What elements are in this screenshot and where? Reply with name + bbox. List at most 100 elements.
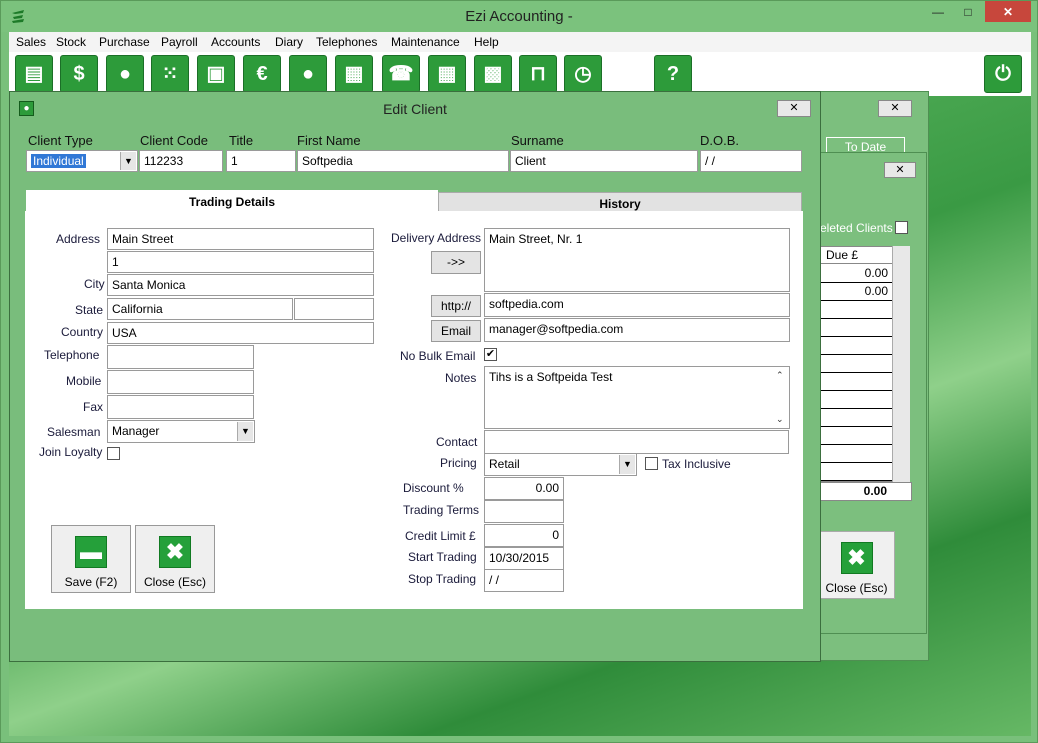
email-button[interactable]: Email xyxy=(431,320,481,342)
first-name-input[interactable]: Softpedia xyxy=(297,150,509,172)
mobile-label: Mobile xyxy=(66,374,102,388)
close-icon: ✖ xyxy=(840,542,873,574)
deleted-clients-checkbox[interactable] xyxy=(895,221,908,234)
address-line2-input[interactable]: 1 xyxy=(107,251,374,273)
toolbar: ▤ $ ● ⁙ ▣ € ● ▦ ☎ ▦ ▩ ⊓ ◷ ? ⏻ xyxy=(9,52,1031,96)
close-button-label: Close (Esc) xyxy=(825,581,888,595)
user-icon[interactable]: ● xyxy=(289,55,327,93)
table-row[interactable] xyxy=(820,463,892,481)
delivery-address-input[interactable]: Main Street, Nr. 1 xyxy=(484,228,790,292)
salesman-select[interactable]: Manager ▼ xyxy=(107,420,255,443)
state-input[interactable]: California xyxy=(107,298,293,320)
title-input[interactable]: 1 xyxy=(226,150,296,172)
pricing-select[interactable]: Retail ▼ xyxy=(484,453,637,476)
minimize-button[interactable]: — xyxy=(923,1,953,23)
address-label: Address xyxy=(56,232,101,246)
menu-maintenance[interactable]: Maintenance xyxy=(391,35,460,49)
chevron-up-icon[interactable]: ⌃ xyxy=(776,370,784,381)
notes-scrollbar[interactable]: ⌃ ⌄ xyxy=(774,368,788,427)
contact-label: Contact xyxy=(436,435,478,449)
calendar-grid-icon[interactable]: ▦ xyxy=(428,55,466,93)
table-row[interactable]: 0.00 xyxy=(820,265,892,283)
dob-input[interactable]: / / xyxy=(700,150,802,172)
chevron-down-icon[interactable]: ⌄ xyxy=(776,414,784,425)
country-input[interactable]: USA xyxy=(107,322,374,344)
table-row[interactable] xyxy=(820,373,892,391)
table-row[interactable] xyxy=(820,301,892,319)
city-label: City xyxy=(84,277,105,291)
calculator-icon[interactable]: ▩ xyxy=(474,55,512,93)
euro-icon[interactable]: € xyxy=(243,55,281,93)
clock-icon[interactable]: ◷ xyxy=(564,55,602,93)
mobile-input[interactable] xyxy=(107,370,254,394)
client-icon[interactable]: ● xyxy=(106,55,144,93)
app-close-button[interactable]: ✕ xyxy=(985,1,1031,22)
table-row[interactable] xyxy=(820,355,892,373)
dob-label: D.O.B. xyxy=(700,133,740,148)
menu-accounts[interactable]: Accounts xyxy=(211,35,260,49)
document-icon[interactable]: ▤ xyxy=(15,55,53,93)
menu-telephones[interactable]: Telephones xyxy=(316,35,377,49)
box-icon[interactable]: ▣ xyxy=(197,55,235,93)
state-extra-input[interactable] xyxy=(294,298,374,320)
copy-address-button[interactable]: ->> xyxy=(431,251,481,274)
menu-diary[interactable]: Diary xyxy=(275,35,303,49)
dots-icon[interactable]: ⁙ xyxy=(151,55,189,93)
credit-limit-input[interactable]: 0 xyxy=(484,524,564,547)
join-loyalty-checkbox[interactable] xyxy=(107,447,120,460)
notes-textarea[interactable]: Tihs is a Softpeida Test ⌃ ⌄ xyxy=(484,366,790,429)
table-row[interactable] xyxy=(820,337,892,355)
client-list-close-esc-button[interactable]: ✖ Close (Esc) xyxy=(818,531,895,599)
menu-purchase[interactable]: Purchase xyxy=(99,35,150,49)
website-input[interactable]: softpedia.com xyxy=(484,293,790,317)
stop-trading-input[interactable]: / / xyxy=(484,569,564,592)
client-type-select[interactable]: Individual ▼ xyxy=(26,150,138,172)
client-type-value: Individual xyxy=(31,154,86,168)
menu-sales[interactable]: Sales xyxy=(16,35,46,49)
trading-terms-input[interactable] xyxy=(484,500,564,523)
telephone-input[interactable] xyxy=(107,345,254,369)
menu-payroll[interactable]: Payroll xyxy=(161,35,198,49)
fax-input[interactable] xyxy=(107,395,254,419)
discount-input[interactable]: 0.00 xyxy=(484,477,564,500)
close-button[interactable]: ✖ Close (Esc) xyxy=(135,525,215,593)
no-bulk-email-label: No Bulk Email xyxy=(400,349,476,363)
table-row[interactable] xyxy=(820,319,892,337)
contact-input[interactable] xyxy=(484,430,789,454)
phone-icon[interactable]: ☎ xyxy=(382,55,420,93)
menu-help[interactable]: Help xyxy=(474,35,499,49)
menu-stock[interactable]: Stock xyxy=(56,35,86,49)
dialog-close-button[interactable]: ✕ xyxy=(777,100,811,117)
email-input[interactable]: manager@softpedia.com xyxy=(484,318,790,342)
maximize-button[interactable]: □ xyxy=(953,1,983,23)
table-row[interactable] xyxy=(820,391,892,409)
tax-inclusive-checkbox[interactable] xyxy=(645,457,658,470)
help-icon[interactable]: ? xyxy=(654,55,692,93)
start-trading-input[interactable]: 10/30/2015 xyxy=(484,547,564,570)
due-column-header[interactable]: Due £ xyxy=(820,246,892,264)
table-row[interactable]: 0.00 xyxy=(820,283,892,301)
surname-input[interactable]: Client xyxy=(510,150,698,172)
dollar-icon[interactable]: $ xyxy=(60,55,98,93)
table-row[interactable] xyxy=(820,409,892,427)
register-icon[interactable]: ▦ xyxy=(335,55,373,93)
close-icon: ✖ xyxy=(159,536,191,568)
table-row[interactable] xyxy=(820,427,892,445)
chevron-down-icon[interactable]: ▼ xyxy=(619,455,635,474)
chevron-down-icon[interactable]: ▼ xyxy=(237,422,253,441)
chevron-down-icon[interactable]: ▼ xyxy=(120,152,136,170)
http-button[interactable]: http:// xyxy=(431,295,481,317)
client-code-input[interactable]: 112233 xyxy=(139,150,223,172)
state-label: State xyxy=(75,303,104,317)
discount-label: Discount % xyxy=(403,481,464,495)
client-list-close-button[interactable]: ✕ xyxy=(884,162,916,178)
table-row[interactable] xyxy=(820,445,892,463)
save-button[interactable]: ▬ Save (F2) xyxy=(51,525,131,593)
unlock-icon[interactable]: ⊓ xyxy=(519,55,557,93)
background-window-close-button[interactable]: ✕ xyxy=(878,100,912,117)
address-line1-input[interactable]: Main Street xyxy=(107,228,374,250)
city-input[interactable]: Santa Monica xyxy=(107,274,374,296)
no-bulk-email-checkbox[interactable]: ✔ xyxy=(484,348,497,361)
client-list-scrollbar[interactable] xyxy=(892,246,910,482)
power-icon[interactable]: ⏻ xyxy=(984,55,1022,93)
